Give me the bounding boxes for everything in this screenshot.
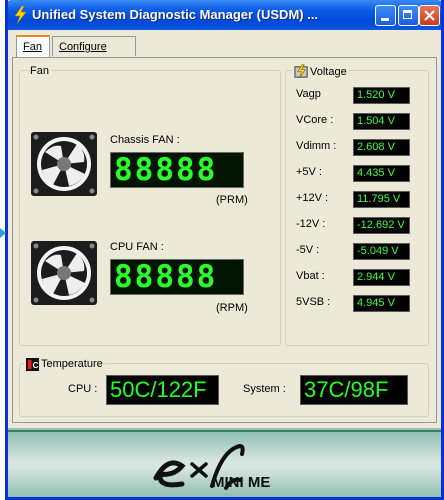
maximize-icon: [403, 10, 412, 19]
chassis-fan-label: Chassis FAN :: [110, 134, 180, 146]
thermometer-icon: C: [26, 357, 39, 371]
cpu-fan-label: CPU FAN :: [110, 241, 164, 253]
minimize-icon: [381, 18, 389, 21]
voltage-icon: [294, 64, 308, 79]
chassis-fan-lcd-value: 88888: [114, 152, 218, 188]
cpu-fan-unit: (RPM): [216, 302, 248, 314]
fan-group: Fan Chassis FAN : 88888 (PRM) CPU FAN: …: [19, 64, 281, 346]
voltage-label-minus5v: -5V :: [296, 244, 320, 256]
voltage-label-vcore: VCore :: [296, 114, 334, 126]
cpu-fan-lcd-value: 88888: [114, 259, 218, 295]
arrow-right-icon: [0, 228, 6, 238]
close-button[interactable]: [419, 5, 440, 26]
system-temp-value: 37C/98F: [300, 375, 408, 405]
svg-text:C: C: [33, 360, 39, 370]
brand-mini-me: MINI ME: [212, 474, 271, 491]
tab-fan[interactable]: Fan: [16, 35, 50, 57]
voltage-group-header: Voltage: [292, 64, 349, 79]
chassis-fan-unit: (PRM): [216, 194, 248, 206]
cpu-fan-icon: [31, 241, 97, 305]
voltage-label-minus12v: -12V :: [296, 218, 326, 230]
maximize-button[interactable]: [398, 5, 419, 26]
tab-content: Fan Chassis FAN : 88888 (PRM) CPU FAN: …: [12, 57, 437, 423]
voltage-value-plus5v: 4.435 V: [353, 165, 410, 182]
voltage-value-vagp: 1.520 V: [353, 87, 410, 104]
voltage-label-vagp: Vagp: [296, 88, 321, 100]
voltage-value-minus12v: -12.692 V: [353, 217, 410, 234]
temperature-group: C Temperature CPU : 50C/122F System : 37…: [19, 357, 429, 417]
system-temp-label: System :: [243, 383, 286, 395]
fan-group-label: Fan: [28, 64, 51, 78]
voltage-group: Voltage Vagp 1.520 V VCore : 1.504 V Vdi…: [285, 64, 429, 346]
temperature-group-label: Temperature: [41, 358, 103, 370]
voltage-label-plus12v: +12V :: [296, 192, 329, 204]
voltage-value-vdimm: 2.608 V: [353, 139, 410, 156]
voltage-value-plus12v: 11.795 V: [353, 191, 410, 208]
voltage-value-vcore: 1.504 V: [353, 113, 410, 130]
cpu-temp-value: 50C/122F: [106, 375, 219, 405]
brand-banner: MINI ME: [8, 428, 441, 497]
close-icon: [424, 10, 435, 21]
cpu-temp-label: CPU :: [68, 383, 98, 395]
voltage-label-vbat: Vbat :: [296, 270, 325, 282]
title-bar[interactable]: Unified System Diagnostic Manager (USDM)…: [8, 0, 441, 30]
usdm-window: Unified System Diagnostic Manager (USDM)…: [5, 0, 444, 500]
banner-background: MINI ME: [8, 432, 441, 497]
voltage-label-5vsb: 5VSB :: [296, 296, 331, 308]
cpu-fan-lcd: 88888: [110, 259, 244, 295]
voltage-value-minus5v: -5.049 V: [353, 243, 410, 260]
voltage-label-plus5v: +5V :: [296, 166, 322, 178]
chassis-fan-lcd: 88888: [110, 152, 244, 188]
voltage-group-label: Voltage: [310, 65, 347, 78]
voltage-label-vdimm: Vdimm :: [296, 140, 337, 152]
window-title: Unified System Diagnostic Manager (USDM)…: [32, 7, 319, 22]
chassis-fan-icon: [31, 132, 97, 196]
tab-configure[interactable]: Configure: [52, 36, 136, 56]
voltage-value-5vsb: 4.945 V: [353, 295, 410, 312]
minimize-button[interactable]: [375, 5, 396, 26]
temperature-group-header: C Temperature: [24, 357, 105, 371]
voltage-value-vbat: 2.944 V: [353, 269, 410, 286]
lightning-icon: [14, 6, 27, 24]
